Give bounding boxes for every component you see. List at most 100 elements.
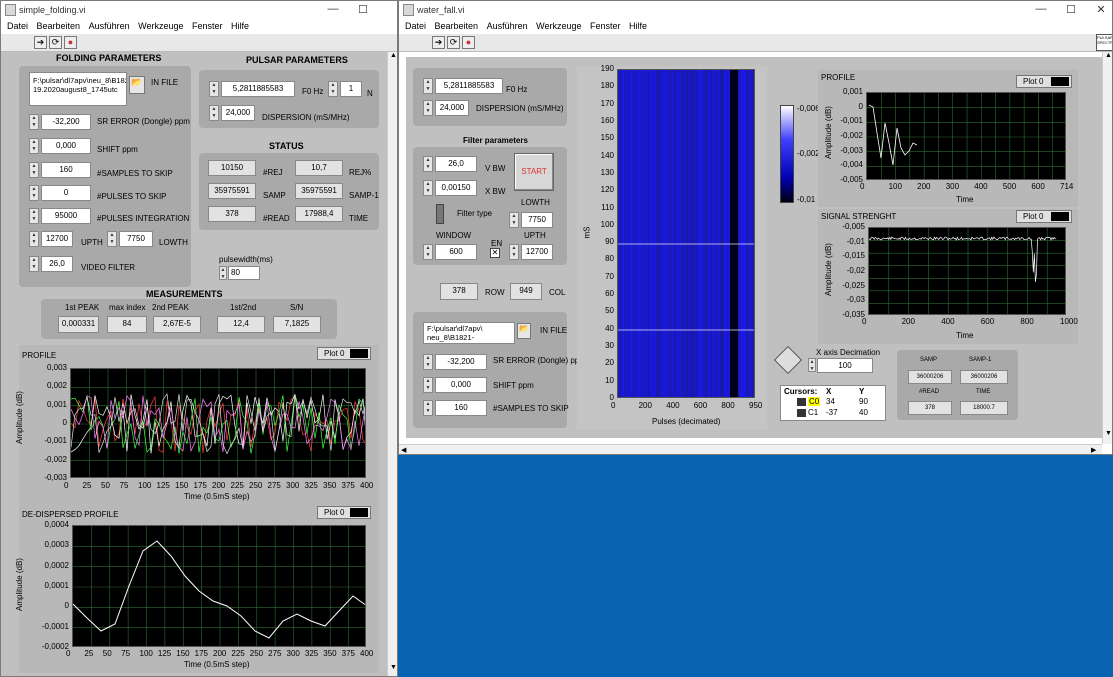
dedispersed-plot-area[interactable]: [72, 525, 366, 647]
menu-werkzeuge[interactable]: Werkzeuge: [138, 21, 183, 31]
lowth-spin[interactable]: ▲ ▼: [107, 231, 117, 247]
left-scrollbar[interactable]: ▲ ▼: [387, 52, 397, 676]
upth-spin[interactable]: ▲ ▼: [29, 231, 39, 247]
abort-icon[interactable]: ●: [64, 36, 77, 49]
dedispersed-legend[interactable]: Plot 0: [317, 506, 371, 519]
tick-label: -0,005: [842, 222, 865, 231]
dispersion-field[interactable]: 24,000: [221, 105, 255, 121]
signal-plot-area[interactable]: [868, 227, 1066, 315]
wf-in-file-path[interactable]: F:\pulsar\dl7apv\ neu_8\B1821-: [423, 322, 515, 344]
menu-fenster[interactable]: Fenster: [590, 21, 621, 31]
wf-f0-spin[interactable]: ▲ ▼: [423, 78, 433, 94]
profile-plot-area[interactable]: [70, 368, 366, 478]
close-icon[interactable]: ✕: [1089, 3, 1112, 16]
menu-hilfe[interactable]: Hilfe: [231, 21, 249, 31]
video-field[interactable]: 26,0: [41, 256, 73, 272]
abort-icon[interactable]: ●: [462, 36, 475, 49]
shift-spin[interactable]: ▲ ▼: [29, 138, 39, 154]
n-spin[interactable]: ▲ ▼: [328, 81, 338, 97]
samples-skip-spin[interactable]: ▲ ▼: [29, 162, 39, 178]
scroll-left-icon[interactable]: ◀: [401, 446, 406, 454]
decimation-field[interactable]: 100: [817, 358, 873, 373]
menu-datei[interactable]: Datei: [7, 21, 28, 31]
maximize-icon[interactable]: ☐: [1059, 3, 1083, 16]
menu-hilfe[interactable]: Hilfe: [629, 21, 647, 31]
cursor-c1-name[interactable]: C1: [808, 408, 818, 417]
wf-sr-error-field[interactable]: -32,200: [435, 354, 487, 370]
wf-samples-skip-field[interactable]: 160: [435, 400, 487, 416]
cursor-move-icon[interactable]: [773, 345, 803, 375]
sr-error-spin[interactable]: ▲ ▼: [29, 114, 39, 130]
shift-field[interactable]: 0,000: [41, 138, 91, 154]
run-arrow-icon[interactable]: ➔: [432, 36, 445, 49]
en-checkbox[interactable]: ✕: [490, 248, 500, 258]
scroll-down-icon[interactable]: ▼: [390, 664, 397, 671]
vbw-spin[interactable]: ▲ ▼: [423, 156, 433, 172]
pulses-skip-field[interactable]: 0: [41, 185, 91, 201]
menu-werkzeuge[interactable]: Werkzeuge: [536, 21, 581, 31]
scroll-right-icon[interactable]: ▶: [1091, 446, 1096, 454]
wf-lowth-field[interactable]: 7750: [521, 212, 553, 228]
decimation-spin[interactable]: ▲ ▼: [808, 358, 816, 372]
menu-ausfuehren[interactable]: Ausführen: [487, 21, 528, 31]
folder-browse-icon[interactable]: 📂: [129, 76, 145, 94]
pulsewidth-spin[interactable]: ▲ ▼: [219, 266, 227, 280]
signal-legend[interactable]: Plot 0: [1016, 210, 1072, 223]
scroll-up-icon[interactable]: ▲: [1105, 52, 1112, 59]
dispersion-spin[interactable]: ▲ ▼: [209, 105, 219, 121]
xbw-field[interactable]: 0,00150: [435, 180, 477, 196]
f0-spin[interactable]: ▲ ▼: [209, 81, 219, 97]
sr-error-field[interactable]: -32,200: [41, 114, 91, 130]
wf-upth-field[interactable]: 12700: [521, 244, 553, 260]
wf-profile-plot-area[interactable]: [866, 92, 1066, 180]
wf-lowth-spin[interactable]: ▲ ▼: [509, 212, 519, 228]
profile-legend[interactable]: Plot 0: [317, 347, 371, 360]
hscroll[interactable]: ◀ ▶: [399, 444, 1102, 454]
menu-datei[interactable]: Datei: [405, 21, 426, 31]
wf-shift-field[interactable]: 0,000: [435, 377, 487, 393]
wf-sr-error-spin[interactable]: ▲ ▼: [423, 354, 433, 370]
waterfall-plot-area[interactable]: [617, 69, 755, 398]
samples-skip-field[interactable]: 160: [41, 162, 91, 178]
wf-profile-legend[interactable]: Plot 0: [1016, 75, 1072, 88]
minimize-icon[interactable]: —: [321, 3, 345, 15]
right-scrollbar[interactable]: ▲ ▼: [1102, 52, 1112, 444]
lowth-field[interactable]: 7750: [119, 231, 153, 247]
cursor-c0-icon[interactable]: [797, 398, 806, 406]
upth-field[interactable]: 12700: [41, 231, 73, 247]
run-arrow-icon[interactable]: ➔: [34, 36, 47, 49]
minimize-icon[interactable]: —: [1029, 3, 1053, 15]
maximize-icon[interactable]: ☐: [351, 3, 375, 16]
pulsewidth-field[interactable]: 80: [228, 266, 260, 280]
wf-shift-spin[interactable]: ▲ ▼: [423, 377, 433, 393]
run-continuous-icon[interactable]: ⟳: [49, 36, 62, 49]
f0-field[interactable]: 5,2811885583: [221, 81, 295, 97]
n-field[interactable]: 1: [340, 81, 362, 97]
menu-ausfuehren[interactable]: Ausführen: [89, 21, 130, 31]
cursor-c0-name[interactable]: C0: [808, 397, 821, 406]
run-continuous-icon[interactable]: ⟳: [447, 36, 460, 49]
pulses-skip-spin[interactable]: ▲ ▼: [29, 185, 39, 201]
window-spin[interactable]: ▲ ▼: [423, 244, 433, 260]
pulses-int-spin[interactable]: ▲ ▼: [29, 208, 39, 224]
wf-dispersion-field[interactable]: 24,000: [435, 100, 469, 116]
wf-samples-skip-spin[interactable]: ▲ ▼: [423, 400, 433, 416]
menu-bearbeiten[interactable]: Bearbeiten: [37, 21, 81, 31]
video-spin[interactable]: ▲ ▼: [29, 256, 39, 272]
scroll-up-icon[interactable]: ▲: [390, 52, 397, 59]
window-field[interactable]: 600: [435, 244, 477, 260]
menu-bearbeiten[interactable]: Bearbeiten: [435, 21, 479, 31]
wf-upth-spin[interactable]: ▲ ▼: [509, 244, 519, 260]
pulses-int-field[interactable]: 95000: [41, 208, 91, 224]
vbw-field[interactable]: 26,0: [435, 156, 477, 172]
xbw-spin[interactable]: ▲ ▼: [423, 180, 433, 196]
filter-type-slider[interactable]: [436, 204, 444, 224]
cursor-c1-icon[interactable]: [797, 409, 806, 417]
menu-fenster[interactable]: Fenster: [192, 21, 223, 31]
wf-f0-field[interactable]: 5,2811885583: [435, 78, 503, 94]
in-file-path[interactable]: F:\pulsar\dl7apv\neu_8\B1821- 19.2020aug…: [29, 72, 127, 106]
start-button[interactable]: START: [514, 153, 554, 191]
wf-folder-browse-icon[interactable]: 📂: [517, 323, 531, 339]
wf-dispersion-spin[interactable]: ▲ ▼: [423, 100, 433, 116]
scroll-down-icon[interactable]: ▼: [1105, 430, 1112, 437]
